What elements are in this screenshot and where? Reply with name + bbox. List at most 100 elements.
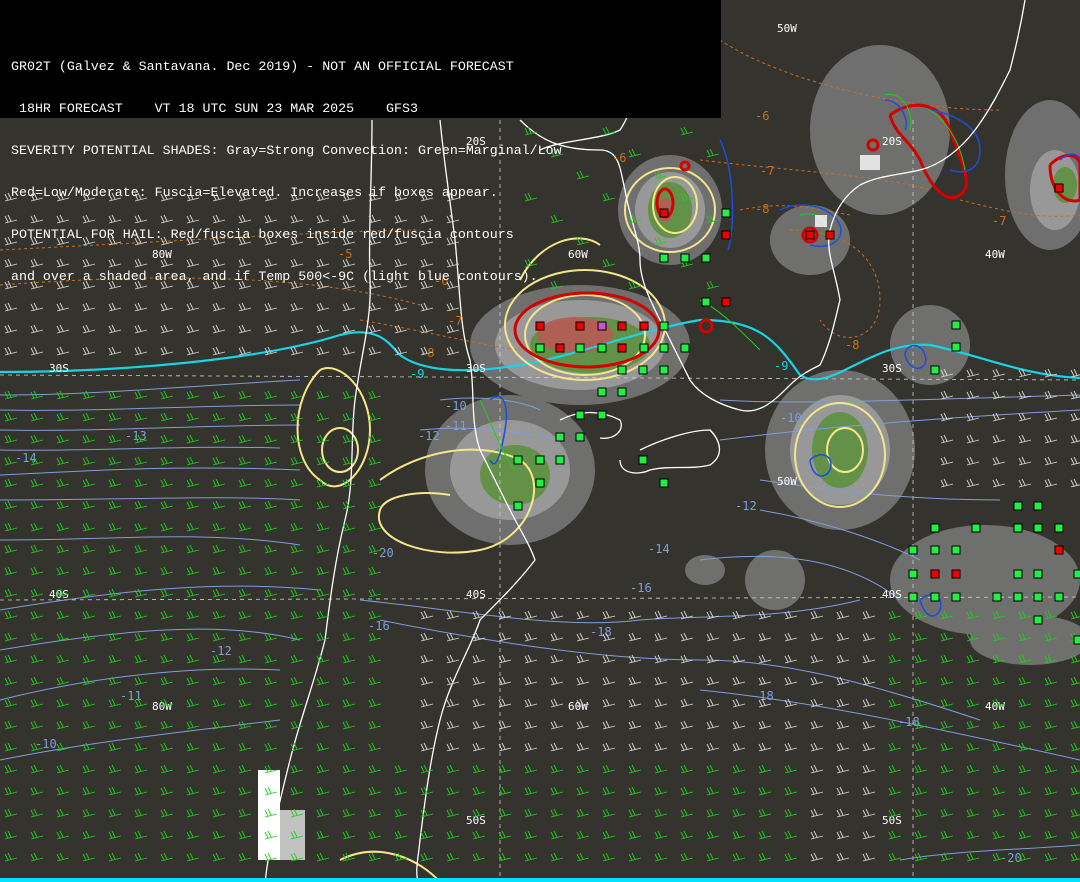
wind-barb — [1044, 456, 1058, 466]
wind-barb — [654, 852, 668, 862]
wind-barb — [186, 610, 200, 620]
wind-barb — [134, 390, 148, 400]
wind-barb — [368, 610, 382, 620]
wind-barb — [446, 346, 460, 356]
wind-barb — [160, 830, 174, 840]
wind-barb — [680, 742, 694, 752]
wind-barb — [134, 764, 148, 774]
wind-barb — [30, 764, 44, 774]
wind-barb — [264, 588, 278, 598]
wind-barb — [810, 676, 824, 686]
hail-box — [1033, 501, 1043, 511]
header-line-severity-cont: Red=Low/Moderate: Fuscia=Elevated. Incre… — [11, 185, 498, 200]
wind-barb — [160, 786, 174, 796]
wind-barb — [56, 412, 70, 422]
wind-barb — [290, 588, 304, 598]
wind-barb — [992, 720, 1006, 730]
wind-barb — [550, 786, 564, 796]
wind-barb — [238, 852, 252, 862]
wind-barb — [82, 500, 96, 510]
wind-barb — [186, 566, 200, 576]
wind-barb — [212, 500, 226, 510]
wind-barb — [862, 720, 876, 730]
wind-barb — [602, 830, 616, 840]
wind-barb — [316, 852, 330, 862]
wind-barb — [784, 852, 798, 862]
header-line-severity: SEVERITY POTENTIAL SHADES: Gray=Strong C… — [11, 143, 562, 158]
wind-barb — [212, 808, 226, 818]
wind-barb — [836, 852, 850, 862]
wind-barb — [342, 566, 356, 576]
wind-barb — [316, 808, 330, 818]
wind-barb — [56, 852, 70, 862]
wind-barb — [290, 544, 304, 554]
wind-barb — [576, 852, 590, 862]
hail-box — [639, 343, 649, 353]
wind-barb — [56, 500, 70, 510]
wind-barb — [524, 808, 538, 818]
wind-barb — [1044, 390, 1058, 400]
wind-barb — [940, 456, 954, 466]
wind-barb — [836, 698, 850, 708]
wind-barb — [30, 478, 44, 488]
wind-barb — [160, 390, 174, 400]
hail-box — [951, 320, 961, 330]
wind-barb — [368, 786, 382, 796]
wind-barb — [1018, 676, 1032, 686]
wind-barb — [602, 808, 616, 818]
wind-barb — [368, 522, 382, 532]
wind-barb — [212, 610, 226, 620]
wind-barb — [238, 632, 252, 642]
hail-box — [930, 365, 940, 375]
wind-barb — [680, 698, 694, 708]
hail-box — [555, 432, 565, 442]
wind-barb — [940, 632, 954, 642]
wind-barb — [576, 676, 590, 686]
wind-barb — [420, 720, 434, 730]
wind-barb — [862, 852, 876, 862]
wind-barb — [836, 830, 850, 840]
wind-barb — [134, 808, 148, 818]
wind-barb — [524, 632, 538, 642]
wind-barb — [706, 676, 720, 686]
wind-barb — [368, 720, 382, 730]
wind-barb — [524, 676, 538, 686]
wind-barb — [186, 742, 200, 752]
wind-barb — [30, 434, 44, 444]
wind-barb — [810, 764, 824, 774]
wind-barb — [784, 742, 798, 752]
wind-barb — [1018, 786, 1032, 796]
wind-barb — [186, 698, 200, 708]
hail-box — [930, 523, 940, 533]
wind-barb — [186, 478, 200, 488]
temp-label: -11 — [445, 419, 467, 433]
wind-barb — [368, 434, 382, 444]
wind-barb — [810, 808, 824, 818]
wind-barb — [186, 808, 200, 818]
wind-barb — [888, 676, 902, 686]
wind-barb — [446, 830, 460, 840]
wind-barb — [342, 830, 356, 840]
wind-barb — [1018, 808, 1032, 818]
wind-barb — [56, 390, 70, 400]
wind-barb — [238, 478, 252, 488]
wind-barb — [82, 808, 96, 818]
wind-barb — [940, 390, 954, 400]
wind-barb — [1044, 720, 1058, 730]
wind-barb — [680, 764, 694, 774]
wind-barb — [498, 632, 512, 642]
wind-barb — [212, 698, 226, 708]
wind-barb — [550, 698, 564, 708]
wind-barb — [342, 720, 356, 730]
wind-barb — [914, 764, 928, 774]
wind-barb — [56, 786, 70, 796]
wind-barb — [706, 808, 720, 818]
wind-barb — [1044, 742, 1058, 752]
wind-barb — [316, 346, 330, 356]
wind-barb — [524, 786, 538, 796]
wind-barb — [576, 632, 590, 642]
hail-box — [908, 592, 918, 602]
label-50w: 50W — [777, 475, 797, 488]
wind-barb — [1018, 412, 1032, 422]
wind-barb — [238, 456, 252, 466]
